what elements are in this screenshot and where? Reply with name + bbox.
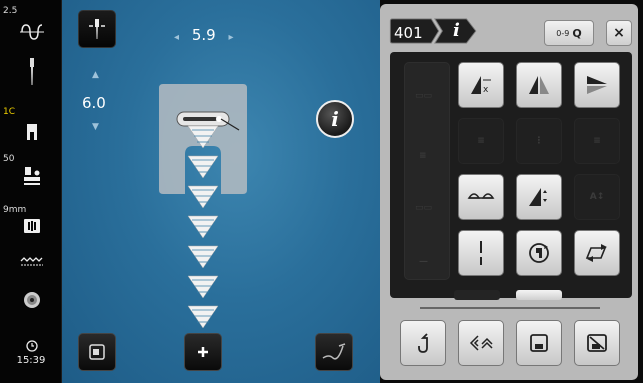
disabled-function-column: ▭▭ ≡ ▭▭ — [404,62,450,280]
sewing-area: ◂ 5.9 ▸ ▲ 6.0 ▼ i [62,0,380,383]
pattern-repeat-icon [529,243,549,263]
needle-stop-button[interactable] [458,230,504,276]
stitch-plate-icon[interactable] [18,214,46,238]
disabled-icon-4: — [419,257,428,267]
stitch-combination-button[interactable] [458,320,504,366]
disabled-function-b: ⋮ [516,118,562,164]
pattern-end-button[interactable] [574,230,620,276]
edit-stitch-button[interactable] [315,333,353,371]
balance-button[interactable] [458,174,504,220]
plus-icon [198,347,208,357]
feed-label: 50 [3,154,15,164]
needle-size-label: 2.5 [3,6,18,16]
stitch-length-value: 6.0 [82,94,106,112]
stitch-pattern-preview [187,125,219,329]
stitch-width-control[interactable]: ◂ 5.9 ▸ [174,26,233,44]
needle-icon[interactable] [18,58,46,85]
function-grid: ▭▭ ≡ ▭▭ — x ≡ ⋮ ≡ A↕ [390,52,632,298]
delete-button[interactable] [574,320,620,366]
mirror-vertical-button[interactable] [574,62,620,108]
feed-dog-icon[interactable] [18,250,46,274]
stitch-info-panel: 401 i 0-9 Q × ▭▭ ≡ ▭▭ — x ≡ ⋮ ≡ A↕ [380,0,643,383]
mirror-image-multiply-button[interactable]: x [458,62,504,108]
width-decrease-icon[interactable]: ◂ [174,32,179,43]
length-decrease-icon[interactable]: ▼ [92,122,99,132]
needle-position-button[interactable] [78,10,116,48]
stitch-combination-icon [469,335,493,351]
scroll-thumb[interactable] [516,290,562,300]
pattern-length-button[interactable] [516,174,562,220]
thread-tension-icon[interactable] [18,20,46,44]
width-increase-icon[interactable]: ▸ [228,32,233,43]
status-bar: 2.5 1C 50 9mm 15:39 [0,0,62,383]
stitch-curve-icon [322,343,346,360]
presser-foot-pressure-icon[interactable] [18,164,46,188]
needle-position-icon [89,19,105,39]
info-tab-label[interactable]: i [453,20,460,41]
bobbin-icon[interactable] [18,288,46,312]
svg-text:x: x [483,85,489,95]
search-range-label: 0-9 [556,28,570,38]
disabled-function-d: A↕ [574,174,620,220]
stitch-number: 401 [394,24,423,42]
disabled-icon-1: ▭▭ [415,91,433,101]
mirror-multiply-icon: x [471,76,491,95]
presser-foot-icon[interactable] [18,120,46,144]
disabled-icon-3: ▭▭ [415,203,433,213]
window-icon [89,344,105,360]
close-button[interactable]: × [606,20,632,46]
stitch-width-value: 5.9 [191,26,216,44]
info-button[interactable]: i [316,100,354,138]
disabled-function-c: ≡ [574,118,620,164]
scroll-segment [454,290,500,300]
mirror-horizontal-button[interactable] [516,62,562,108]
clock-time: 15:39 [16,355,46,366]
save-icon [530,334,548,352]
return-arrow-icon [418,333,428,353]
info-label: i [331,107,339,131]
close-icon: × [613,25,625,41]
stitch-search-button[interactable]: 0-9 Q [544,20,594,46]
mirror-horizontal-icon [529,76,549,94]
search-icon: Q [572,26,582,40]
add-stitch-button[interactable] [184,333,222,371]
balance-icon [467,193,495,199]
thread-label: 1C [3,107,16,117]
pattern-repeat-button[interactable] [516,230,562,276]
pattern-length-icon [529,188,547,206]
clock-icon [18,338,46,354]
length-increase-icon[interactable]: ▲ [92,70,99,80]
back-button[interactable] [400,320,446,366]
mirror-vertical-icon [587,76,607,94]
scroll-track [420,307,600,309]
save-button[interactable] [516,320,562,366]
disabled-icon-2: ≡ [419,151,427,161]
needle-stop-icon [480,241,482,265]
sewing-view-button[interactable] [78,333,116,371]
disabled-function-a: ≡ [458,118,504,164]
delete-icon [587,334,607,352]
pattern-end-icon [585,244,607,262]
